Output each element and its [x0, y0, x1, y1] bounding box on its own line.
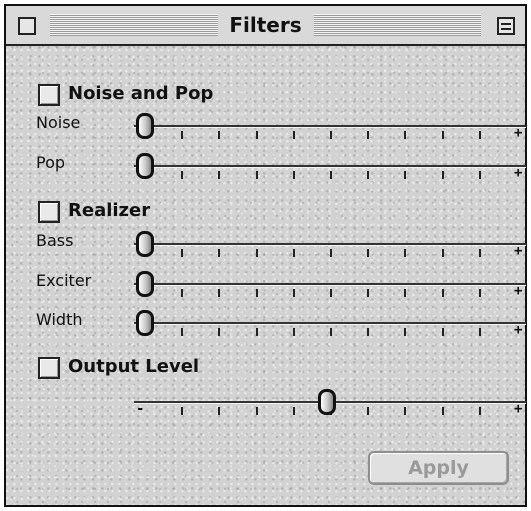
slider-tick [255, 289, 258, 297]
slider-tick [255, 171, 258, 179]
slider-tick [478, 171, 481, 179]
slider-tick [478, 131, 481, 139]
slider-tick [218, 171, 221, 179]
exciter-label: Exciter [36, 271, 92, 290]
slider-tick [218, 289, 221, 297]
slider-tick [441, 289, 444, 297]
slider-tick [404, 249, 407, 257]
slider-tick [441, 249, 444, 257]
slider-tick [181, 249, 184, 257]
slider-track [134, 243, 526, 246]
slider-tick [367, 289, 370, 297]
slider-track [134, 283, 526, 286]
exciter-slider[interactable]: + [134, 268, 526, 302]
slider-tick [292, 289, 295, 297]
filters-window: Filters Noise and Pop Noise + Pop + Real… [4, 4, 527, 507]
slider-thumb[interactable] [136, 231, 154, 257]
slider-max-mark: + [514, 283, 523, 299]
slider-tick [181, 407, 184, 415]
slider-tick [367, 407, 370, 415]
noise-slider[interactable]: + [134, 110, 526, 144]
pop-label: Pop [36, 153, 66, 172]
slider-tick [181, 328, 184, 336]
slider-min-mark: - [136, 401, 145, 417]
slider-track [134, 125, 526, 128]
slider-track [134, 322, 526, 325]
window-title: Filters [217, 12, 314, 38]
noise-and-pop-checkbox[interactable] [38, 84, 60, 106]
collapse-box[interactable] [497, 17, 515, 35]
realizer-checkbox[interactable] [38, 201, 60, 223]
output-level-slider[interactable]: - + [134, 386, 526, 420]
pop-slider[interactable]: + [134, 150, 526, 184]
slider-thumb[interactable] [136, 113, 154, 139]
noise-label: Noise [36, 113, 81, 132]
slider-tick [292, 249, 295, 257]
close-box[interactable] [18, 17, 36, 35]
noise-and-pop-label: Noise and Pop [68, 83, 214, 104]
slider-tick [292, 328, 295, 336]
slider-max-mark: + [514, 322, 523, 338]
width-label: Width [36, 310, 83, 329]
slider-tick [218, 328, 221, 336]
slider-tick [181, 289, 184, 297]
slider-tick [367, 131, 370, 139]
slider-tick [367, 171, 370, 179]
slider-tick [441, 407, 444, 415]
output-level-checkbox[interactable] [38, 357, 60, 379]
slider-tick [330, 328, 332, 336]
slider-tick [441, 171, 444, 179]
slider-tick [478, 289, 481, 297]
slider-tick [330, 289, 332, 297]
slider-max-mark: + [514, 165, 523, 181]
slider-tick [367, 328, 370, 336]
slider-thumb[interactable] [318, 389, 336, 415]
slider-tick [330, 131, 332, 139]
slider-tick [330, 249, 332, 257]
title-bar[interactable]: Filters [6, 6, 525, 46]
slider-tick [404, 407, 407, 415]
slider-tick [292, 407, 295, 415]
apply-button[interactable]: Apply [368, 451, 509, 485]
slider-thumb[interactable] [136, 153, 154, 179]
slider-tick [404, 328, 407, 336]
realizer-label: Realizer [68, 200, 151, 221]
slider-tick [181, 131, 184, 139]
slider-tick [404, 289, 407, 297]
output-level-label: Output Level [68, 356, 200, 377]
slider-tick [218, 131, 221, 139]
slider-tick [441, 328, 444, 336]
slider-tick [478, 328, 481, 336]
slider-tick [218, 249, 221, 257]
slider-tick [181, 171, 184, 179]
slider-track [134, 165, 526, 168]
slider-tick [292, 131, 295, 139]
slider-tick [255, 131, 258, 139]
slider-tick [330, 171, 332, 179]
slider-tick [292, 171, 295, 179]
slider-tick [367, 249, 370, 257]
slider-tick [218, 407, 221, 415]
slider-tick [478, 249, 481, 257]
slider-tick [478, 407, 481, 415]
slider-tick [255, 249, 258, 257]
slider-tick [404, 171, 407, 179]
slider-max-mark: + [514, 125, 523, 141]
slider-thumb[interactable] [136, 271, 154, 297]
bass-label: Bass [36, 231, 74, 250]
slider-tick [255, 407, 258, 415]
slider-max-mark: + [514, 243, 523, 259]
width-slider[interactable]: + [134, 307, 526, 341]
slider-tick [255, 328, 258, 336]
slider-max-mark: + [514, 401, 523, 417]
slider-tick [441, 131, 444, 139]
slider-thumb[interactable] [136, 310, 154, 336]
slider-tick [404, 131, 407, 139]
bass-slider[interactable]: + [134, 228, 526, 262]
